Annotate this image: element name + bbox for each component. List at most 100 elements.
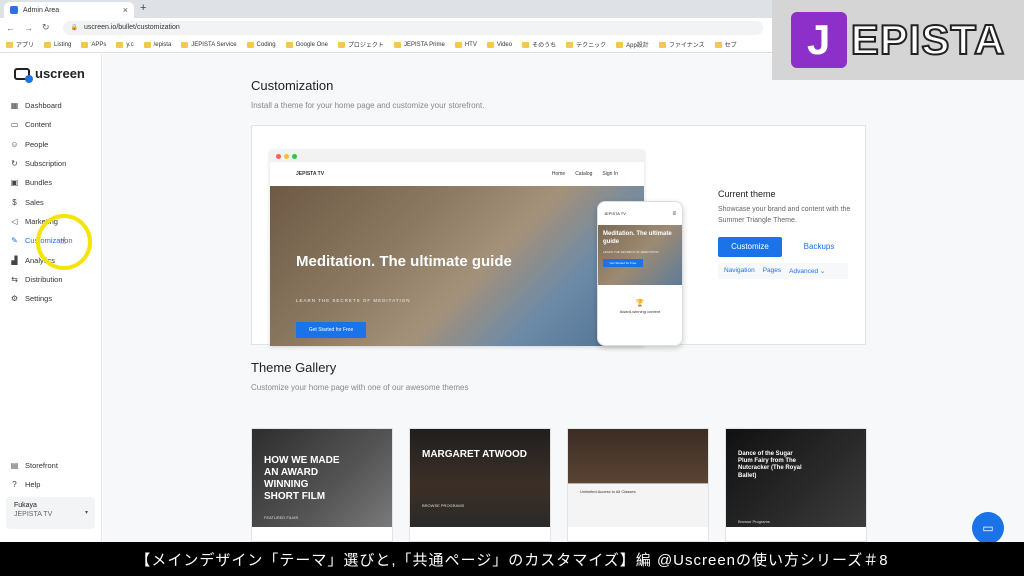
share-icon: ⇆ (11, 274, 18, 284)
theme-card[interactable]: Unlimited Access to All Classes (567, 428, 709, 542)
bookmark-item[interactable]: App設計 (616, 40, 649, 49)
bookmark-item[interactable]: JEPISTA Prime (393, 41, 445, 48)
edit-icon: ✎ (11, 236, 18, 246)
sidebar-item-subscription[interactable]: ↻ Subscription (10, 154, 100, 173)
folder-icon (246, 41, 254, 48)
sidebar-item-bundles[interactable]: ▣ Bundles (10, 173, 100, 192)
theme-thumbnail: MARGARET ATWOOD BROWSE PROGRAMS (410, 429, 550, 527)
people-icon: ☺ (10, 139, 19, 149)
dollar-icon: $ (12, 197, 17, 207)
gear-icon: ⚙ (10, 294, 19, 304)
uscreen-logo[interactable]: uscreen (14, 66, 85, 83)
advanced-dropdown[interactable]: Advanced ⌄ (789, 267, 825, 275)
new-tab-icon[interactable]: + (140, 2, 146, 14)
bookmark-item[interactable]: Listing (44, 41, 72, 48)
theme-card[interactable]: HOW WE MADE AN AWARD WINNING SHORT FILM … (251, 428, 393, 542)
folder-icon (143, 41, 151, 48)
pages-link[interactable]: Pages (763, 267, 781, 275)
backups-button[interactable]: Backups (790, 236, 848, 257)
current-theme-card: JEPISTA TV Home Catalog Sign In Meditati… (251, 125, 866, 346)
preview-nav-signin: Sign In (602, 171, 618, 177)
account-switcher[interactable]: Fukaya JEPISTA TV ▾ (6, 497, 95, 529)
sidebar-item-dashboard[interactable]: ▦ Dashboard (10, 96, 100, 115)
back-icon[interactable]: ← (6, 23, 15, 33)
theme-thumbnail: HOW WE MADE AN AWARD WINNING SHORT FILM … (252, 429, 392, 527)
bookmark-item[interactable]: そのうち (522, 40, 556, 49)
bookmark-item[interactable]: Video (486, 41, 512, 48)
bookmark-item[interactable]: プロジェクト (337, 40, 384, 49)
sidebar-item-sales[interactable]: $ Sales (10, 192, 100, 211)
sidebar-item-distribution[interactable]: ⇆ Distribution (10, 270, 100, 289)
bookmark-item[interactable]: APPs (81, 41, 106, 48)
jepista-logo-overlay: J EPISTA (772, 0, 1024, 80)
navigation-link[interactable]: Navigation (724, 267, 755, 275)
theme-card-title: HOW WE MADE AN AWARD WINNING SHORT FILM (264, 455, 340, 502)
mobile-award-text: Award-winning content (619, 309, 661, 314)
customize-button[interactable]: Customize (718, 236, 782, 257)
bookmark-item[interactable]: y.c (116, 41, 134, 48)
desktop-preview[interactable]: JEPISTA TV Home Catalog Sign In Meditati… (270, 150, 644, 346)
pointer-cursor-icon: ☝ (60, 236, 67, 247)
bookmark-label: y.c (126, 41, 134, 48)
folder-icon (522, 41, 530, 48)
bookmark-item[interactable]: Coding (246, 41, 276, 48)
url-input[interactable]: 🔒 uscreen.io/bullet/customization (62, 20, 763, 35)
folder-icon (116, 41, 124, 48)
help-icon: ? (12, 480, 17, 490)
sidebar-item-label: Storefront (25, 461, 58, 471)
mobile-preview-header: JEPISTA TV ≡ (598, 202, 682, 225)
sidebar-nav: ▦ Dashboard ▭ Content ☺ People ↻ Subscription ▣ B… (10, 96, 100, 308)
bookmark-item[interactable]: アプリ (6, 40, 34, 49)
sidebar-item-label: Dashboard (25, 101, 62, 111)
tab-title: Admin Area (23, 6, 60, 14)
theme-thumbnail: Dance of the Sugar Plum Fairy from The N… (726, 429, 866, 527)
account-org: JEPISTA TV (14, 511, 53, 518)
bookmark-label: Google One (295, 41, 328, 48)
theme-links: Navigation Pages Advanced ⌄ (718, 262, 848, 279)
sidebar-item-label: Subscription (25, 159, 67, 169)
bookmark-label: Listing (54, 41, 72, 48)
refresh-icon: ↻ (11, 159, 18, 169)
bookmark-label: アプリ (16, 43, 35, 49)
sidebar-item-storefront[interactable]: ▤ Storefront (10, 456, 100, 475)
folder-icon (6, 41, 13, 48)
close-tab-icon[interactable]: × (123, 5, 128, 15)
folder-icon (285, 41, 293, 48)
storefront-icon: ▤ (10, 461, 19, 471)
mobile-preview[interactable]: JEPISTA TV ≡ Meditation. The ultimate gu… (597, 201, 683, 346)
bookmark-label: /epista (153, 41, 172, 48)
chat-icon[interactable]: ▭ (972, 512, 1004, 544)
sidebar-item-help[interactable]: ? Help (10, 475, 100, 494)
bookmark-label: JEPISTA Prime (403, 41, 445, 48)
theme-card-bottom: Unlimited Access to All Classes (580, 489, 636, 494)
sidebar-item-settings[interactable]: ⚙ Settings (10, 289, 100, 308)
theme-card-bottom: BROWSE PROGRAMS (422, 503, 465, 508)
folder-icon (454, 41, 462, 48)
bookmark-item[interactable]: HTV (454, 41, 477, 48)
folder-icon (181, 41, 189, 48)
bookmark-label: Coding (256, 41, 276, 48)
bookmark-label: そのうち (532, 43, 557, 49)
bookmark-item[interactable]: セブ (714, 40, 737, 49)
sidebar-item-content[interactable]: ▭ Content (10, 115, 100, 134)
reload-icon[interactable]: ↻ (42, 22, 50, 33)
mobile-hero-subtitle: LEARN THE SECRETS OF MEDITATION (603, 249, 659, 254)
bookmark-item[interactable]: テクニック (566, 40, 606, 49)
chevron-down-icon: ⌄ (819, 267, 826, 275)
video-caption: 【メインデザイン「テーマ」選びと,「共通ページ」のカスタマイズ】編 @Uscre… (0, 542, 1024, 576)
theme-card[interactable]: MARGARET ATWOOD BROWSE PROGRAMS (409, 428, 551, 542)
favicon-icon (10, 6, 18, 14)
forward-icon[interactable]: → (24, 23, 33, 33)
bookmark-item[interactable]: JEPISTA Service (181, 41, 237, 48)
browser-tab[interactable]: Admin Area × (4, 2, 134, 18)
sidebar-item-people[interactable]: ☺ People (10, 135, 100, 154)
preview-nav: JEPISTA TV Home Catalog Sign In (270, 162, 644, 186)
bookmark-item[interactable]: /epista (143, 41, 172, 48)
theme-card[interactable]: Dance of the Sugar Plum Fairy from The N… (725, 428, 867, 542)
bookmark-label: HTV (464, 41, 477, 48)
bookmark-item[interactable]: ファイナンス (658, 40, 705, 49)
folder-icon: ▭ (10, 120, 19, 130)
bookmark-item[interactable]: Google One (285, 41, 328, 48)
mobile-hero: Meditation. The ultimate guide LEARN THE… (598, 225, 682, 285)
mobile-hero-button: Get Started for Free (603, 258, 643, 267)
